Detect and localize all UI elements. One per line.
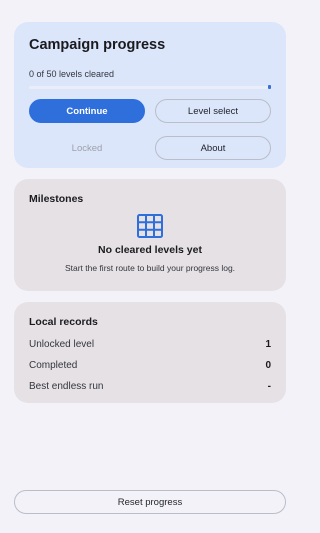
progress-end-marker [268, 85, 271, 89]
campaign-progress-bar [29, 85, 271, 89]
empty-state-subtitle: Start the first route to build your prog… [64, 263, 236, 273]
level-select-button[interactable]: Level select [155, 99, 271, 123]
campaign-progress-card: Campaign progress 0 of 50 levels cleared… [14, 22, 286, 168]
local-records-card: Local records Unlocked level 1 Completed… [14, 302, 286, 403]
record-label: Completed [29, 360, 78, 371]
milestones-title: Milestones [29, 193, 84, 205]
grid-icon [137, 214, 163, 238]
records-list: Unlocked level 1 Completed 0 Best endles… [29, 334, 271, 397]
about-button[interactable]: About [155, 136, 271, 160]
milestones-card: Milestones No cleared levels yet Start t… [14, 179, 286, 291]
reset-progress-button[interactable]: Reset progress [14, 490, 286, 514]
record-row-best-endless-run: Best endless run - [29, 376, 271, 397]
locked-button: Locked [71, 142, 103, 154]
local-records-title: Local records [29, 316, 98, 328]
record-value: 0 [265, 360, 271, 371]
record-value: - [267, 381, 271, 392]
record-label: Unlocked level [29, 339, 95, 350]
campaign-title: Campaign progress [29, 37, 166, 53]
record-row-unlocked-level: Unlocked level 1 [29, 334, 271, 355]
record-label: Best endless run [29, 381, 104, 392]
continue-button[interactable]: Continue [29, 99, 145, 123]
record-row-completed: Completed 0 [29, 355, 271, 376]
levels-cleared-text: 0 of 50 levels cleared [29, 69, 115, 79]
empty-state-title: No cleared levels yet [98, 244, 202, 256]
record-value: 1 [265, 339, 271, 350]
